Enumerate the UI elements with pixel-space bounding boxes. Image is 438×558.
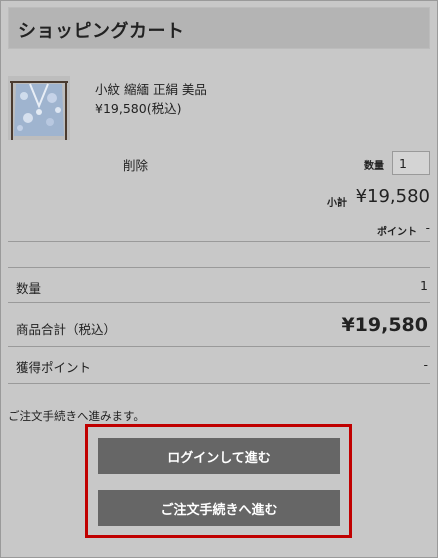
proceed-to-order-button[interactable]: ご注文手続きへ進む [98, 490, 340, 526]
divider [8, 241, 430, 242]
subtotal-value: ¥19,580 [355, 186, 430, 207]
page-title: ショッピングカート [18, 21, 185, 42]
summary-quantity-value: 1 [420, 278, 428, 293]
checkout-note: ご注文手続きへ進みます。 [8, 409, 145, 423]
product-name[interactable]: 小紋 縮緬 正絹 美品 [95, 79, 207, 98]
divider [8, 383, 430, 384]
divider [8, 346, 430, 347]
summary-total-label: 商品合計（税込） [16, 322, 117, 337]
divider [8, 267, 430, 268]
kimono-thumbnail-icon [8, 76, 70, 140]
page-header: ショッピングカート [8, 7, 430, 49]
quantity-input[interactable] [392, 151, 430, 175]
summary-total-value: ¥19,580 [341, 314, 428, 336]
summary-points-label: 獲得ポイント [16, 360, 92, 375]
subtotal-label: 小計 [327, 198, 347, 209]
quantity-label: 数量 [364, 161, 384, 172]
divider [8, 302, 430, 303]
summary-quantity-label: 数量 [16, 281, 42, 296]
summary-points-value: - [423, 357, 428, 372]
login-proceed-button[interactable]: ログインして進む [98, 438, 340, 474]
product-price: ¥19,580(税込) [95, 101, 182, 116]
product-thumbnail[interactable] [8, 76, 70, 140]
points-value: - [425, 221, 430, 235]
delete-link[interactable]: 削除 [123, 155, 148, 174]
points-label: ポイント [377, 227, 417, 238]
